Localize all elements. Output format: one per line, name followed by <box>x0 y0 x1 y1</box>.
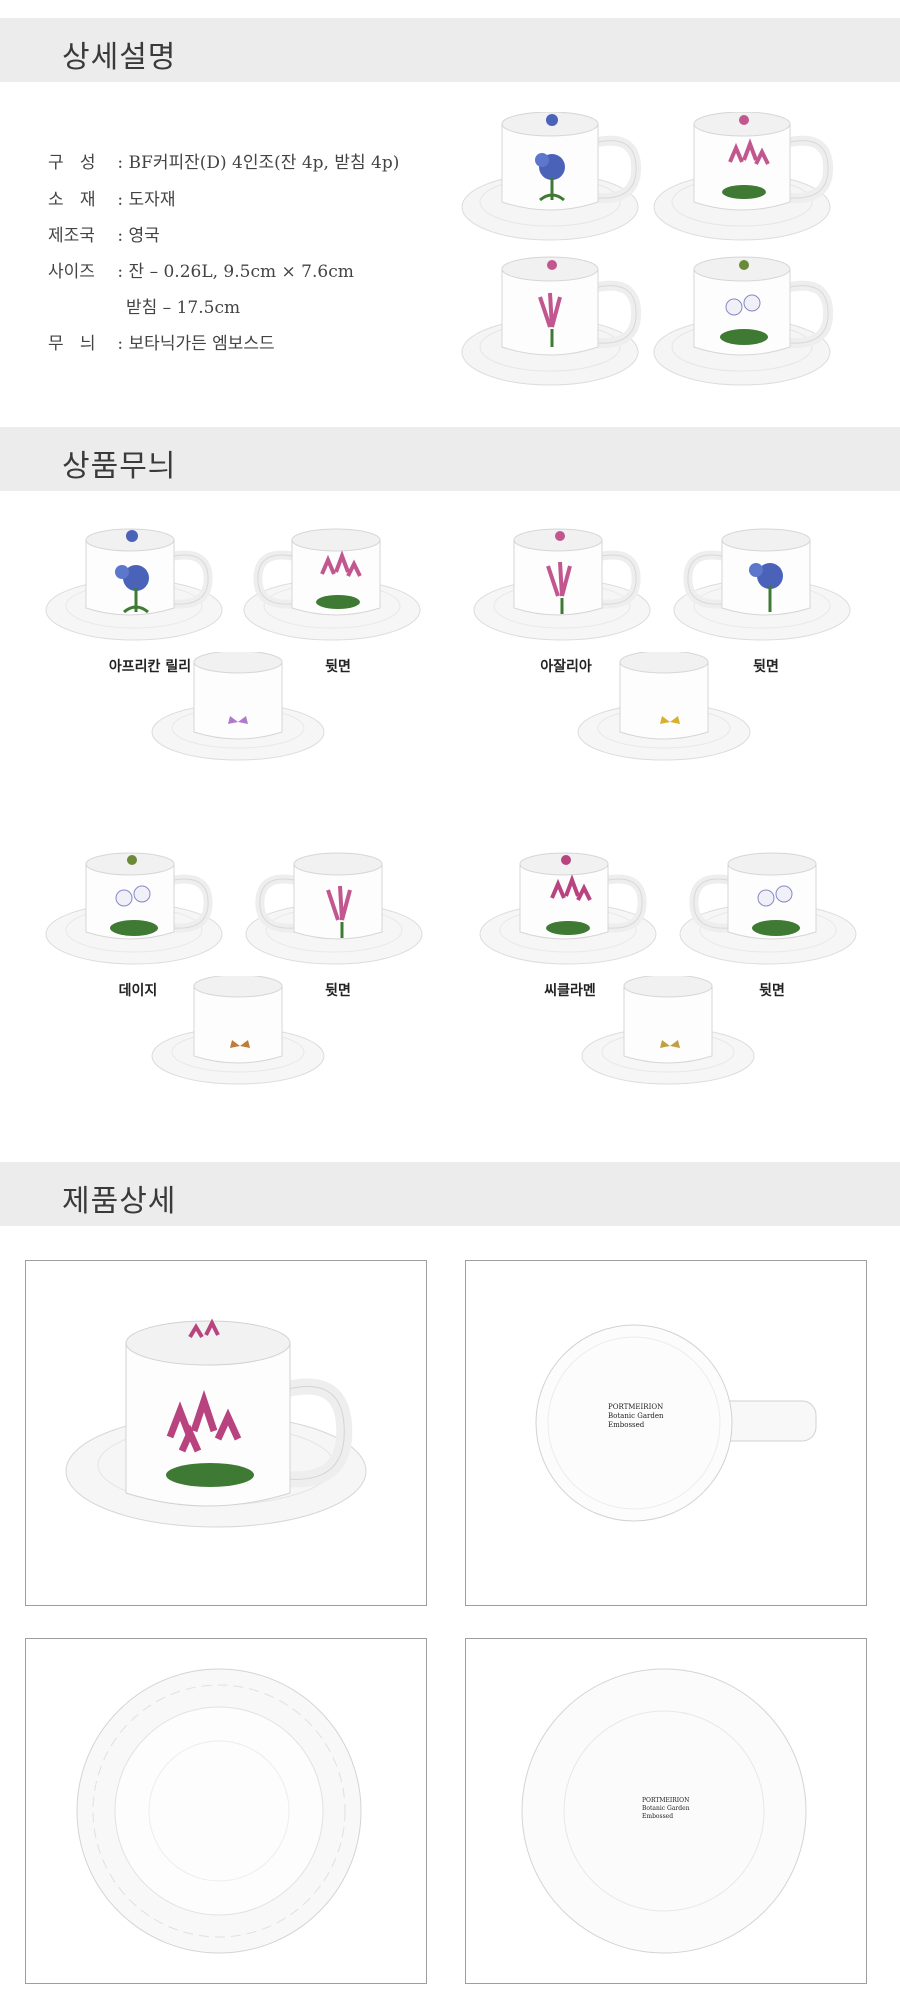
spec-label: 소 재 <box>48 190 96 210</box>
section-title: 상세설명 <box>62 40 177 75</box>
cup-side-image <box>574 652 754 772</box>
cup-side-image <box>148 652 328 772</box>
backstamp: PORTMEIRION Botanic Garden Embossed <box>608 1403 663 1430</box>
cup-back-image <box>242 528 422 648</box>
cup-side-image <box>148 976 328 1096</box>
cup-front-image <box>44 528 224 648</box>
backstamp-line1: Botanic Garden <box>608 1412 664 1420</box>
backstamp-brand: PORTMEIRION <box>642 1797 690 1804</box>
cup-back-image <box>672 528 852 648</box>
spec-row-size-saucer: 받침 – 17.5cm <box>126 293 240 318</box>
cup-cyclamen <box>654 112 830 240</box>
cup-front-image <box>44 852 224 972</box>
cup-african-lily <box>462 112 638 240</box>
detail-photo-cup-saucer <box>25 1260 427 1606</box>
spec-label: 제조국 <box>48 226 95 246</box>
backstamp: PORTMEIRION Botanic Garden Embossed <box>642 1797 690 1821</box>
spec-row-pattern: 무 늬 : 보타닉가든 엠보스드 <box>48 329 275 354</box>
cup-front-image <box>478 852 658 972</box>
spec-row-composition: 구 성 : BF커피잔(D) 4인조(잔 4p, 받침 4p) <box>48 148 399 173</box>
spec-value: : 잔 – 0.26L, 9.5cm × 7.6cm <box>112 262 354 282</box>
spec-row-size: 사이즈 : 잔 – 0.26L, 9.5cm × 7.6cm <box>48 257 354 282</box>
section-title: 상품무늬 <box>62 449 177 484</box>
detail-photo-saucer-top <box>25 1638 427 1984</box>
detail-photo-cup-bottom: PORTMEIRION Botanic Garden Embossed <box>465 1260 867 1606</box>
backstamp-brand: PORTMEIRION <box>608 1403 664 1411</box>
section-header-description: 상세설명 <box>0 18 900 82</box>
cup-back-image <box>678 852 858 972</box>
spec-value: 받침 – 17.5cm <box>126 298 241 318</box>
section-title: 제품상세 <box>62 1184 177 1219</box>
spec-value: : 보타닉가든 엠보스드 <box>112 334 275 354</box>
cup-daisy <box>654 257 830 385</box>
spec-value: : 도자재 <box>112 190 176 210</box>
cup-side-image <box>578 976 758 1096</box>
spec-label: 사이즈 <box>48 262 95 282</box>
cup-back-image <box>244 852 424 972</box>
cup-azalea <box>462 257 638 385</box>
section-header-pattern: 상품무늬 <box>0 427 900 491</box>
spec-label: 구 성 <box>48 153 96 173</box>
spec-value: : BF커피잔(D) 4인조(잔 4p, 받침 4p) <box>112 153 400 173</box>
backstamp-line2: Embossed <box>608 1421 645 1429</box>
cup-front-image <box>472 528 652 648</box>
section-header-detail: 제품상세 <box>0 1162 900 1226</box>
spec-label: 무 늬 <box>48 334 96 354</box>
product-set-image <box>460 112 860 402</box>
detail-photo-saucer-bottom: PORTMEIRION Botanic Garden Embossed <box>465 1638 867 1984</box>
backstamp-line2: Embossed <box>642 1813 674 1820</box>
spec-row-origin: 제조국 : 영국 <box>48 221 160 246</box>
spec-row-material: 소 재 : 도자재 <box>48 185 175 210</box>
spec-value: : 영국 <box>112 226 160 246</box>
backstamp-line1: Botanic Garden <box>642 1805 690 1812</box>
